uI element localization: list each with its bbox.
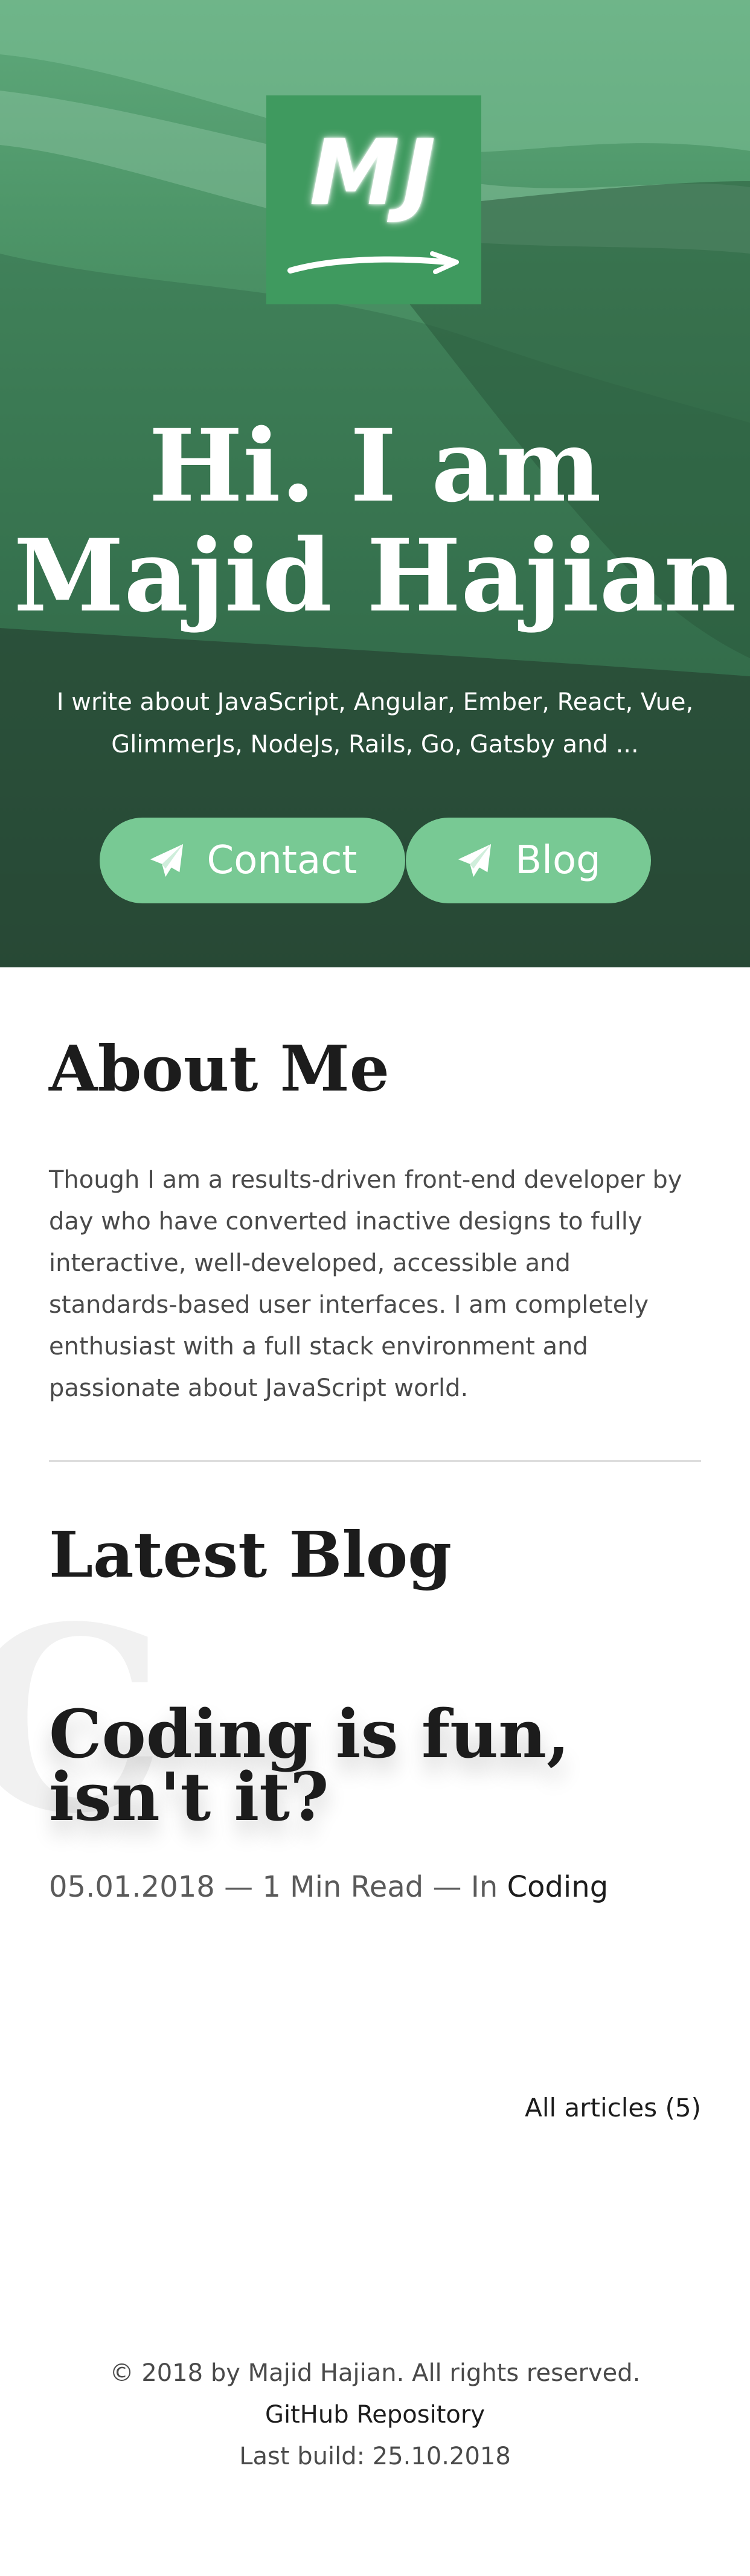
blog-button-label: Blog xyxy=(515,838,601,883)
post-category-link[interactable]: Coding xyxy=(507,1870,609,1904)
logo[interactable]: MJ xyxy=(266,95,481,304)
about-title: About Me xyxy=(49,1031,389,1106)
about-text: Though I am a results-driven front-end d… xyxy=(49,1166,682,1402)
hero-title-line2: Majid Hajian xyxy=(13,517,737,634)
hero-title-line1: Hi. I am xyxy=(149,407,601,524)
contact-button[interactable]: Contact xyxy=(100,818,405,903)
post-meta: 05.01.2018 — 1 Min Read — In Coding xyxy=(49,1866,701,1908)
hero-title: Hi. I am Majid Hajian xyxy=(0,411,750,630)
meta-separator: — xyxy=(432,1870,462,1904)
hero-subtitle: I write about JavaScript, Angular, Ember… xyxy=(56,688,694,758)
logo-swoosh-icon xyxy=(287,251,459,274)
logo-monogram: MJ xyxy=(309,121,438,226)
meta-separator: — xyxy=(224,1870,254,1904)
paper-plane-icon xyxy=(458,844,492,877)
all-articles-link[interactable]: All articles (5) xyxy=(525,2093,701,2123)
footer-copyright: © 2018 by Majid Hajian. All rights reser… xyxy=(109,2359,641,2387)
post-date: 05.01.2018 xyxy=(49,1870,215,1904)
footer-last-build: Last build: 25.10.2018 xyxy=(239,2443,511,2470)
footer: © 2018 by Majid Hajian. All rights reser… xyxy=(0,2353,750,2478)
contact-button-label: Contact xyxy=(207,838,357,883)
hero-section: MJ Hi. I am Majid Hajian I write about J… xyxy=(0,0,750,967)
github-repository-link[interactable]: GitHub Repository xyxy=(0,2394,750,2436)
paper-plane-icon xyxy=(150,844,183,877)
post-category-prefix: In xyxy=(470,1870,498,1904)
post-title-link[interactable]: Coding is fun, isn't it? xyxy=(49,1701,701,1830)
section-divider xyxy=(49,1460,701,1462)
post-read-time: 1 Min Read xyxy=(262,1870,424,1904)
blog-button[interactable]: Blog xyxy=(406,818,651,903)
